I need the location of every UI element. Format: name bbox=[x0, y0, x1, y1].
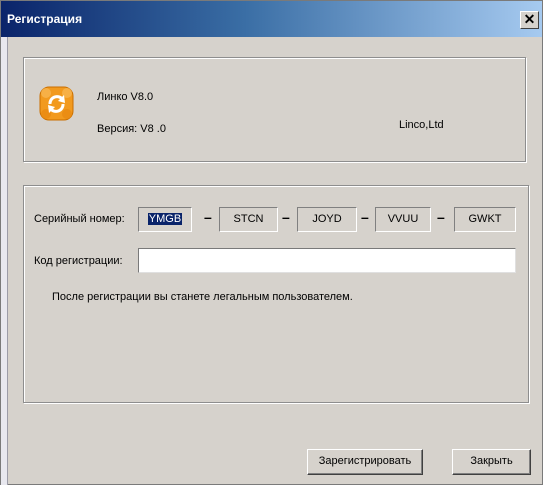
serial-part-4[interactable]: VVUU bbox=[375, 207, 431, 232]
window-title: Регистрация bbox=[7, 12, 83, 26]
registration-code-input[interactable] bbox=[138, 248, 516, 273]
product-info-panel bbox=[23, 57, 526, 162]
serial-number-label: Серийный номер: bbox=[34, 213, 125, 225]
serial-part-5-text: GWKT bbox=[468, 213, 502, 225]
window-left-edge bbox=[1, 37, 8, 485]
registration-code-label: Код регистрации: bbox=[34, 255, 123, 267]
serial-part-4-text: VVUU bbox=[387, 213, 419, 225]
serial-separator: – bbox=[361, 209, 369, 225]
title-bar[interactable]: Регистрация ✕ bbox=[1, 1, 542, 37]
serial-part-3-text: JOYD bbox=[312, 213, 342, 225]
close-button[interactable]: Закрыть bbox=[452, 449, 531, 475]
register-button[interactable]: Зарегистрировать bbox=[307, 449, 423, 475]
product-version: Версия: V8 .0 bbox=[97, 123, 166, 135]
serial-separator: – bbox=[437, 209, 445, 225]
refresh-icon bbox=[39, 86, 74, 121]
close-window-button[interactable]: ✕ bbox=[520, 11, 539, 29]
registration-note: После регистрации вы станете легальным п… bbox=[52, 291, 353, 303]
serial-part-2[interactable]: STCN bbox=[219, 207, 278, 232]
registration-dialog: Регистрация ✕ Линко V8.0 Версия: V8 .0 L… bbox=[0, 0, 543, 485]
serial-part-1[interactable]: YMGB bbox=[138, 207, 192, 232]
serial-part-5[interactable]: GWKT bbox=[454, 207, 516, 232]
serial-separator: – bbox=[282, 209, 290, 225]
serial-part-2-text: STCN bbox=[233, 213, 264, 225]
product-name: Линко V8.0 bbox=[97, 91, 154, 103]
serial-separator: – bbox=[204, 209, 212, 225]
company-name: Linco,Ltd bbox=[399, 119, 444, 131]
serial-part-3[interactable]: JOYD bbox=[297, 207, 357, 232]
serial-part-1-text: YMGB bbox=[147, 213, 183, 225]
close-icon: ✕ bbox=[523, 11, 536, 27]
